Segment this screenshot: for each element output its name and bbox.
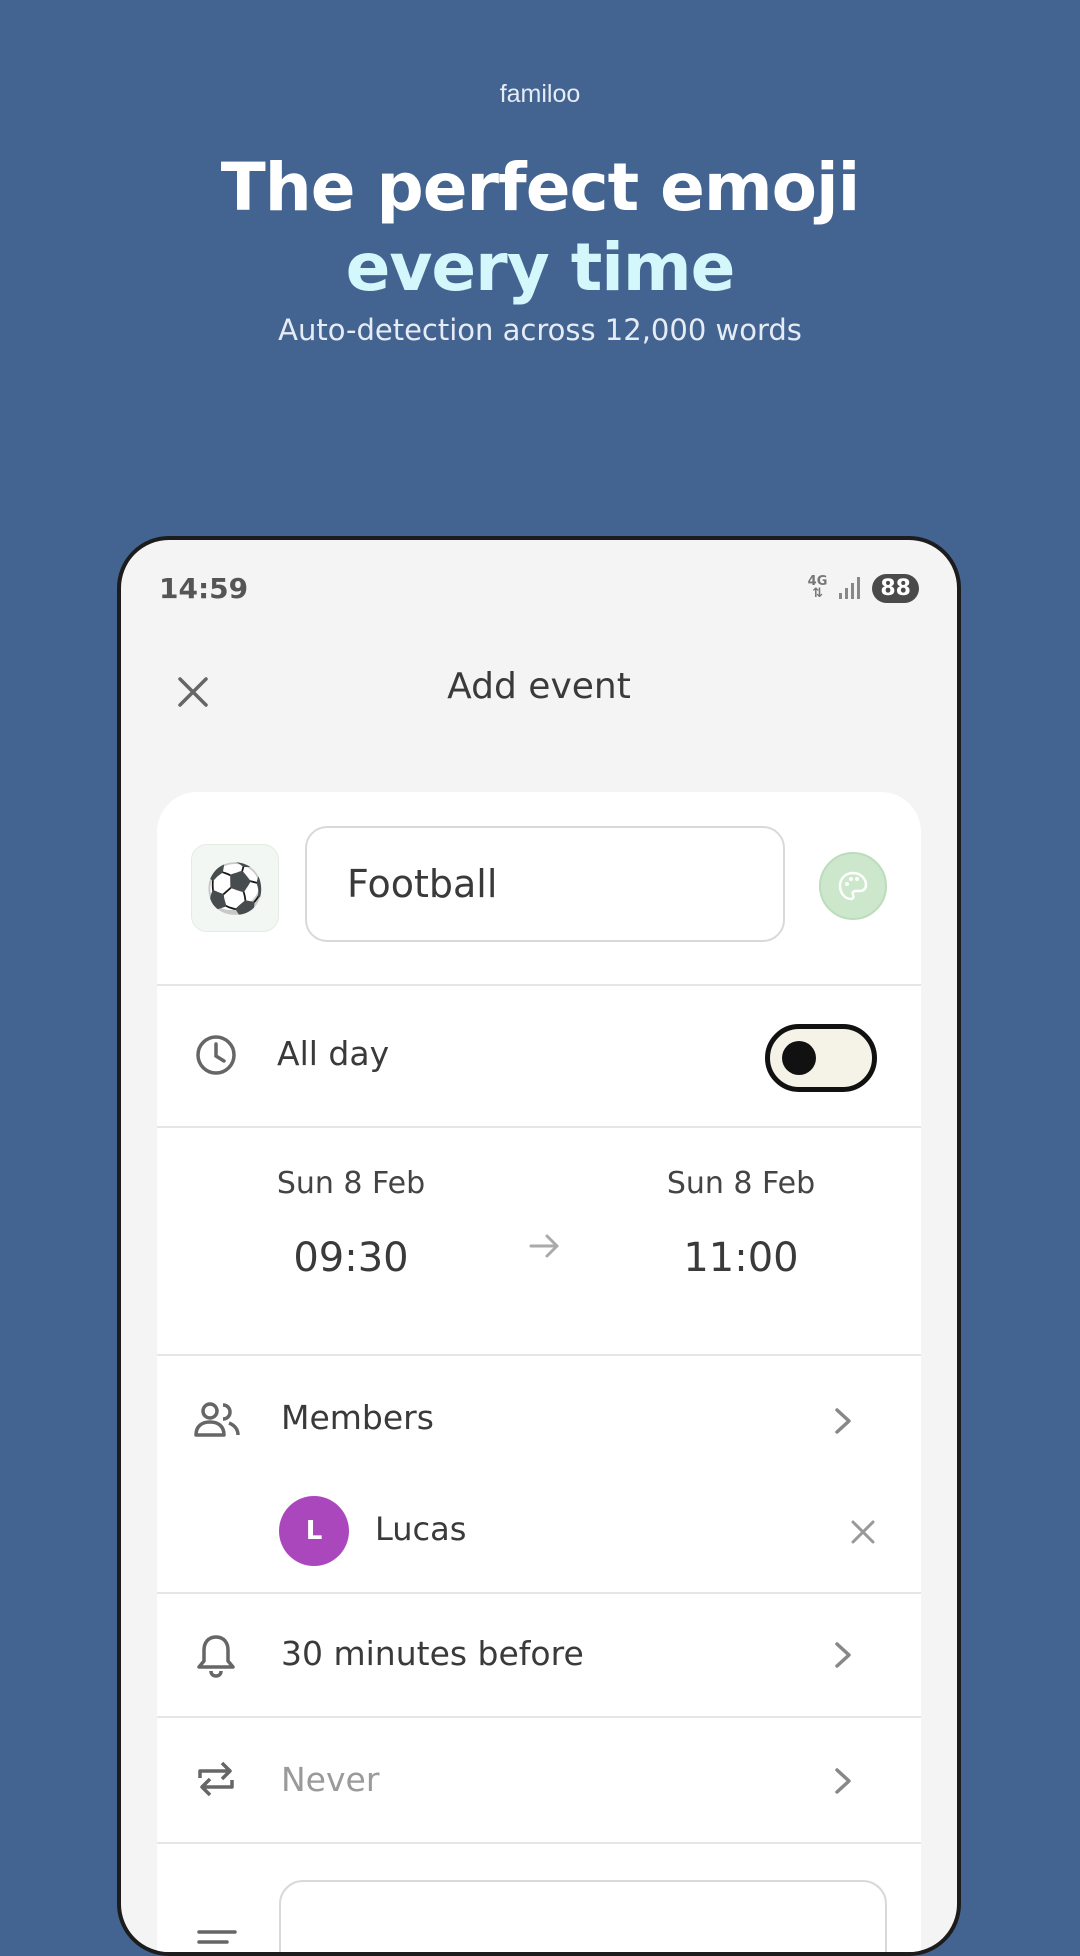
- status-time: 14:59: [159, 571, 249, 605]
- headline-line-1: The perfect emoji: [220, 149, 861, 226]
- bell-icon: [197, 1635, 235, 1678]
- start-date[interactable]: Sun 8 Feb: [201, 1166, 501, 1201]
- end-datetime[interactable]: Sun 8 Feb 11:00: [591, 1166, 891, 1281]
- signal-icon: [839, 577, 861, 599]
- notes-input[interactable]: [279, 1880, 887, 1952]
- clock-icon: [196, 1035, 236, 1075]
- repeat-icon: [198, 1761, 234, 1797]
- notes-icon: [197, 1930, 237, 1944]
- repeat-row[interactable]: Never: [157, 1718, 921, 1844]
- all-day-toggle[interactable]: [765, 1024, 877, 1092]
- brand-label: familoo: [499, 80, 581, 108]
- start-time[interactable]: 09:30: [201, 1235, 501, 1281]
- chevron-right-icon: [835, 1768, 851, 1794]
- event-name-row: ⚽ Football: [157, 792, 921, 986]
- end-time[interactable]: 11:00: [591, 1235, 891, 1281]
- repeat-label: Never: [281, 1760, 380, 1799]
- status-icons: 4G ⇅ 88: [808, 573, 919, 603]
- all-day-row[interactable]: All day: [157, 986, 921, 1128]
- close-icon: [851, 1520, 875, 1544]
- people-icon: [194, 1402, 240, 1437]
- toggle-knob: [782, 1041, 816, 1075]
- remove-member-button[interactable]: [845, 1514, 881, 1550]
- network-icon: 4G ⇅: [808, 575, 828, 601]
- headline-line-2: every time: [345, 229, 736, 306]
- members-label: Members: [281, 1398, 434, 1437]
- battery-icon: 88: [872, 573, 919, 603]
- event-form: ⚽ Football All day Sun 8 Feb 09:30 Sun 8…: [157, 792, 921, 1952]
- reminder-row[interactable]: 30 minutes before: [157, 1594, 921, 1718]
- data-arrows-icon: ⇅: [812, 586, 823, 601]
- palette-icon: [838, 871, 868, 901]
- chevron-right-icon[interactable]: [831, 1404, 855, 1438]
- promo-headline: The perfect emoji every time: [0, 148, 1080, 308]
- promo-subheadline: Auto-detection across 12,000 words: [278, 313, 802, 347]
- top-app-bar: Add event: [121, 650, 957, 730]
- chevron-right-icon: [835, 1642, 851, 1668]
- emoji-picker-button[interactable]: ⚽: [191, 844, 279, 932]
- date-time-row: Sun 8 Feb 09:30 Sun 8 Feb 11:00: [157, 1128, 921, 1356]
- avatar: L: [279, 1496, 349, 1566]
- phone-frame: 14:59 4G ⇅ 88 Add event ⚽ Football All d…: [117, 536, 961, 1956]
- event-name-input[interactable]: Football: [305, 826, 785, 942]
- members-row: Members L Lucas: [157, 1356, 921, 1594]
- end-date[interactable]: Sun 8 Feb: [591, 1166, 891, 1201]
- color-picker-button[interactable]: [819, 852, 887, 920]
- page-title: Add event: [447, 666, 631, 707]
- status-bar: 14:59 4G ⇅ 88: [159, 568, 919, 608]
- all-day-label: All day: [277, 1034, 390, 1073]
- arrow-right-icon: [529, 1234, 559, 1258]
- member-name: Lucas: [375, 1510, 467, 1548]
- start-datetime[interactable]: Sun 8 Feb 09:30: [201, 1166, 501, 1281]
- reminder-label: 30 minutes before: [281, 1634, 584, 1673]
